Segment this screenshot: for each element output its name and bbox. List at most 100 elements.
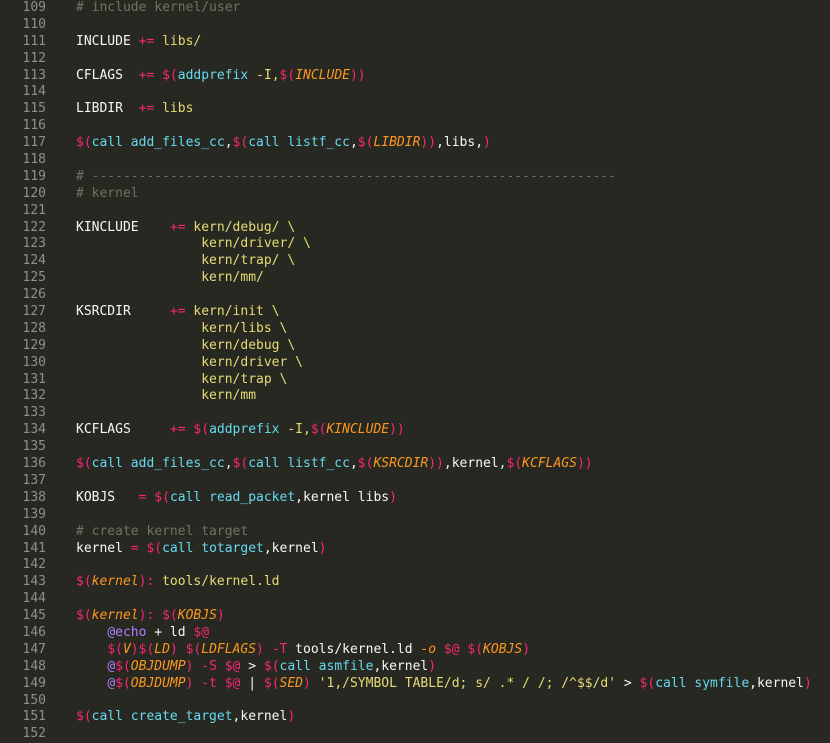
code-text[interactable]: kern/debug \ [76,338,295,355]
code-token: ,kernel [263,540,319,556]
line-number: 146 [22,624,46,640]
line-number: 114 [22,84,46,100]
code-line[interactable]: 133 [0,405,830,422]
code-text[interactable]: $(kernel): $(KOBJS) [76,608,225,625]
code-token: call add_files_cc [91,135,225,151]
code-line[interactable]: 132 kern/mm [0,388,830,405]
code-text[interactable]: @$(OBJDUMP) -t $@ | $(SED) '1,/SYMBOL TA… [76,675,811,693]
code-text[interactable]: INCLUDE += libs/ [76,34,201,51]
code-line[interactable]: 120 # kernel [0,186,830,203]
code-text[interactable]: @echo + ld $@ [76,625,209,642]
code-text[interactable]: # include kernel/user [76,0,240,17]
code-line[interactable]: 113 CFLAGS += $(addprefix -I,$(INCLUDE)) [0,68,830,85]
code-text[interactable]: kern/trap \ [76,372,287,389]
code-line[interactable]: 123 kern/driver/ \ [0,236,830,253]
line-number: 145 [22,608,46,624]
code-text[interactable]: LIBDIR += libs [76,101,193,118]
code-text[interactable]: KINCLUDE += kern/debug/ \ [76,220,295,237]
code-line[interactable]: 122 KINCLUDE += kern/debug/ \ [0,220,830,237]
code-line[interactable]: 131 kern/trap \ [0,372,830,389]
code-line[interactable]: 135 [0,439,830,456]
code-line[interactable]: 126 [0,287,830,304]
code-text[interactable]: $(call create_target,kernel) [76,709,295,726]
code-line[interactable]: 148 @$(OBJDUMP) -S $@ > $(call asmfile,k… [0,659,830,676]
code-token: ) [389,489,397,505]
code-line[interactable]: 143 $(kernel): tools/kernel.ld [0,574,830,591]
code-line[interactable]: 129 kern/debug \ [0,338,830,355]
code-token: ,kernel [749,675,804,691]
code-line[interactable]: 114 [0,84,830,101]
line-number: 130 [22,354,46,370]
code-line[interactable]: 116 [0,118,830,135]
code-line[interactable]: 125 kern/mm/ [0,270,830,287]
code-token: -T [271,641,288,657]
code-line[interactable]: 144 [0,591,830,608]
code-text[interactable]: kern/libs \ [76,321,287,338]
code-text[interactable]: KOBJS = $(call read_packet,kernel libs) [76,490,397,507]
code-line[interactable]: 112 [0,51,830,68]
code-text[interactable]: $(kernel): tools/kernel.ld [76,574,280,591]
code-text[interactable]: # create kernel target [76,524,248,541]
code-text[interactable]: kernel = $(call totarget,kernel) [76,541,326,558]
code-line[interactable]: 138 KOBJS = $(call read_packet,kernel lib… [0,490,830,507]
code-line[interactable]: 118 [0,152,830,169]
code-token: KINCLUDE [326,422,390,438]
line-number: 135 [22,439,46,455]
code-line[interactable]: 149 @$(OBJDUMP) -t $@ | $(SED) '1,/SYMBO… [0,676,830,693]
code-line[interactable]: 127 KSRCDIR += kern/init \ [0,304,830,321]
code-line[interactable]: 124 kern/trap/ \ [0,253,830,270]
code-line[interactable]: 151 $(call create_target,kernel) [0,709,830,726]
code-text[interactable]: $(call add_files_cc,$(call listf_cc,$(LI… [76,135,491,152]
code-line[interactable]: 111 INCLUDE += libs/ [0,34,830,51]
code-text[interactable]: # --------------------------------------… [76,169,616,186]
code-text[interactable]: kern/trap/ \ [76,253,295,270]
code-line[interactable]: 136 $(call add_files_cc,$(call listf_cc,$… [0,456,830,473]
code-line[interactable]: 150 [0,693,830,710]
code-text[interactable]: CFLAGS += $(addprefix -I,$(INCLUDE)) [76,68,366,85]
code-line[interactable]: 146 @echo + ld $@ [0,625,830,642]
code-token: # create kernel target [76,523,249,539]
code-line[interactable]: 139 [0,507,830,524]
code-line[interactable]: 142 [0,557,830,574]
code-token: call add_files_cc [91,456,225,472]
code-token: )) [389,422,405,438]
code-token: OBJDUMP [130,675,186,691]
code-text[interactable]: @$(OBJDUMP) -S $@ > $(call asmfile,kerne… [76,659,436,676]
code-text[interactable]: kern/driver \ [76,355,303,372]
code-line[interactable]: 152 [0,726,830,743]
code-text[interactable]: kern/mm [76,388,256,405]
code-text[interactable]: kern/mm/ [76,270,264,287]
line-number: 149 [22,675,46,691]
code-token: call listf_cc [248,135,350,151]
code-line[interactable]: 121 [0,203,830,220]
code-text[interactable]: KSRCDIR += kern/init \ [76,304,280,321]
code-token: KCFLAGS [522,456,577,472]
code-line[interactable]: 128 kern/libs \ [0,321,830,338]
code-line[interactable]: 117 $(call add_files_cc,$(call listf_cc,$… [0,135,830,152]
code-line[interactable]: 119 # -----------------------------------… [0,169,830,186]
code-editor[interactable]: 109 # include kernel/user 110 111 INCLUDE +=… [0,0,830,742]
code-text[interactable]: KCFLAGS += $(addprefix -I,$(KINCLUDE)) [76,422,405,439]
code-line[interactable]: 141 kernel = $(call totarget,kernel) [0,541,830,558]
code-line[interactable]: 110 [0,17,830,34]
line-number: 131 [22,371,46,387]
code-line[interactable]: 145 $(kernel): $(KOBJS) [0,608,830,625]
code-text[interactable]: # kernel [76,186,139,203]
code-text[interactable]: $(V)$(LD) $(LDFLAGS) -T tools/kernel.ld … [76,642,530,659]
code-token: V [122,641,131,657]
code-token: call symfile [655,675,750,691]
code-line[interactable]: 109 # include kernel/user [0,0,830,17]
code-text[interactable]: kern/driver/ \ [76,236,311,253]
code-line[interactable]: 115 LIBDIR += libs [0,101,830,118]
line-number: 113 [22,67,46,83]
code-line[interactable]: 137 [0,473,830,490]
code-token: $( [357,135,374,151]
code-line[interactable]: 147 $(V)$(LD) $(LDFLAGS) -T tools/kernel… [0,642,830,659]
code-line[interactable]: 140 # create kernel target [0,524,830,541]
code-token: > [616,675,640,691]
line-number: 115 [22,101,46,117]
code-token: -I, [248,67,280,83]
code-text[interactable]: $(call add_files_cc,$(call listf_cc,$(KS… [76,456,593,473]
code-line[interactable]: 134 KCFLAGS += $(addprefix -I,$(KINCLUDE)… [0,422,830,439]
code-line[interactable]: 130 kern/driver \ [0,355,830,372]
